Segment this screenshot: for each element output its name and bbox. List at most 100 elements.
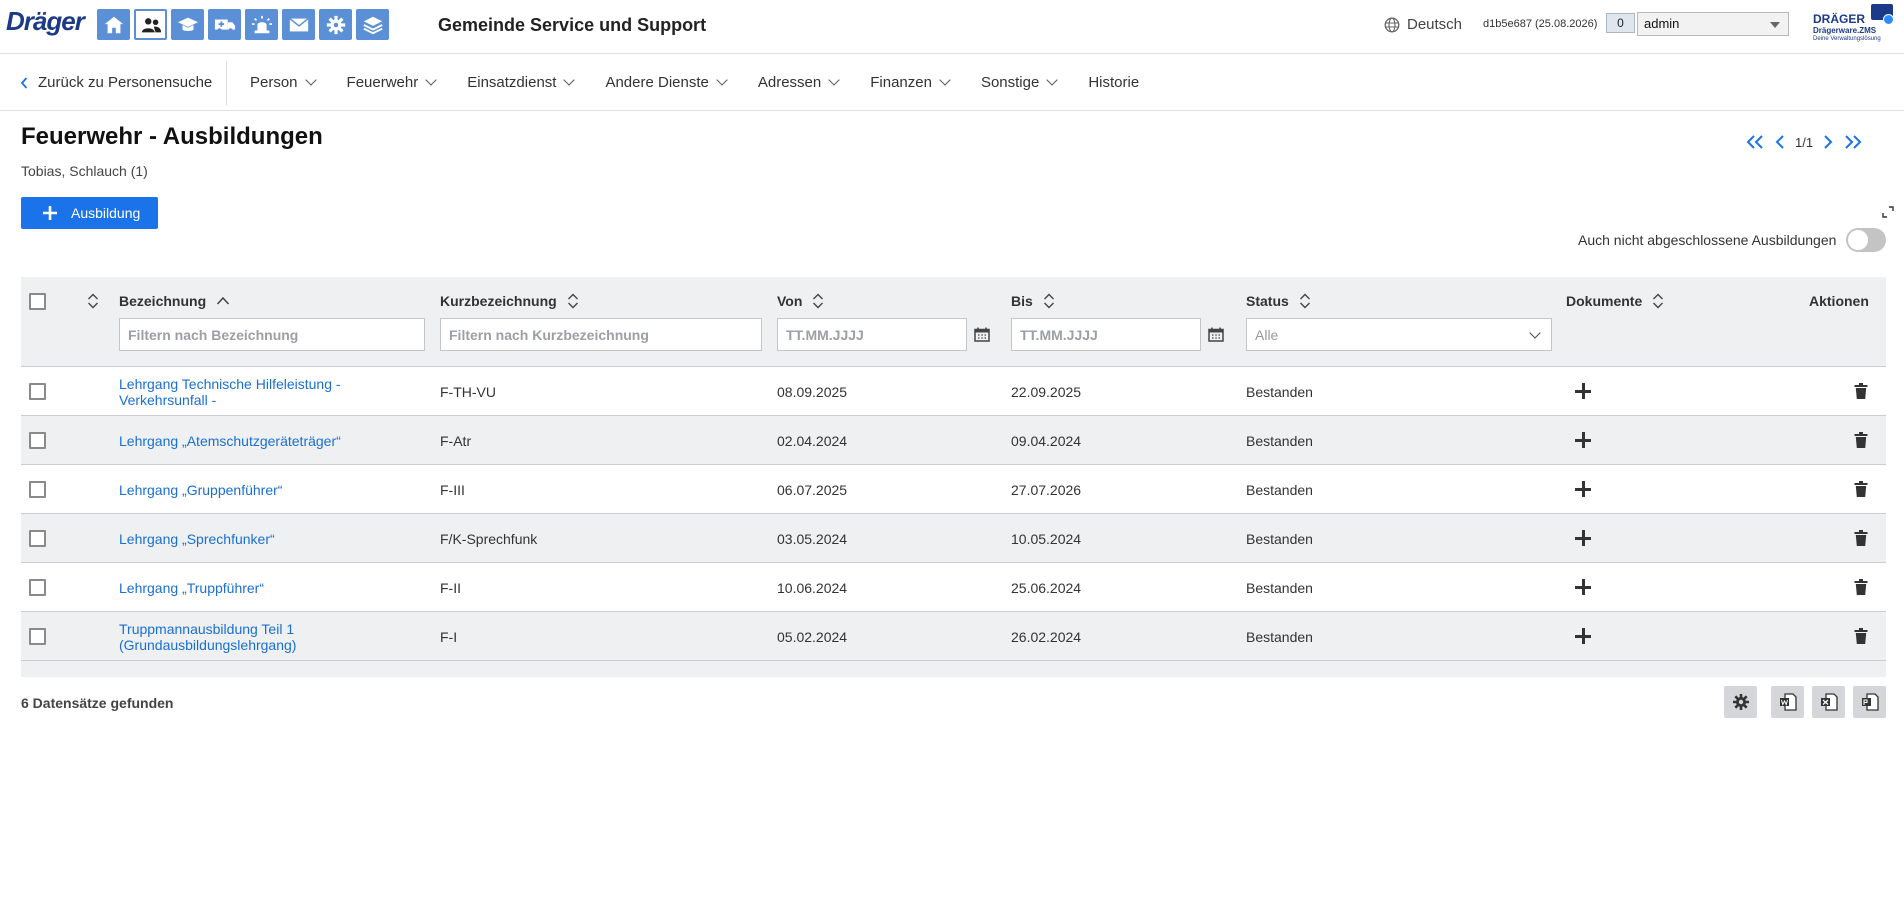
cell-von: 06.07.2025 bbox=[777, 481, 848, 498]
calendar-icon[interactable] bbox=[974, 327, 990, 342]
plus-icon bbox=[43, 206, 57, 220]
trash-icon[interactable] bbox=[1854, 579, 1868, 595]
cell-bezeichnung[interactable]: Lehrgang „Gruppenführer“ bbox=[119, 465, 419, 514]
add-document-icon[interactable] bbox=[1574, 578, 1592, 596]
nav-item-finanzen[interactable]: Finanzen bbox=[870, 74, 951, 91]
row-checkbox[interactable] bbox=[29, 579, 46, 596]
column-kurzbezeichnung[interactable]: Kurzbezeichnung bbox=[440, 293, 579, 309]
column-status[interactable]: Status bbox=[1246, 293, 1311, 309]
column-von[interactable]: Von bbox=[777, 293, 824, 309]
layers-icon[interactable] bbox=[356, 9, 389, 40]
cell-bis: 27.07.2026 bbox=[1011, 481, 1082, 498]
trash-icon[interactable] bbox=[1854, 481, 1868, 497]
cell-status: Bestanden bbox=[1246, 481, 1313, 498]
ambulance-icon[interactable] bbox=[208, 9, 241, 40]
row-checkbox[interactable] bbox=[29, 481, 46, 498]
cell-von: 03.05.2024 bbox=[777, 530, 848, 547]
sort-icon bbox=[567, 293, 578, 309]
row-checkbox[interactable] bbox=[29, 383, 46, 400]
cell-bezeichnung[interactable]: Lehrgang „Atemschutzgeräteträger“ bbox=[119, 416, 419, 465]
expand-icon[interactable] bbox=[1882, 206, 1894, 218]
select-all-checkbox[interactable] bbox=[29, 293, 46, 310]
filter-von-input[interactable]: TT.MM.JJJJ bbox=[777, 318, 967, 351]
bezeichnung-link[interactable]: Lehrgang „Gruppenführer“ bbox=[119, 482, 282, 498]
filter-bis-input[interactable]: TT.MM.JJJJ bbox=[1011, 318, 1201, 351]
table-settings-button[interactable] bbox=[1724, 686, 1757, 718]
trash-icon[interactable] bbox=[1854, 530, 1868, 546]
chevron-left-icon bbox=[20, 76, 28, 89]
graduation-cap-icon[interactable] bbox=[171, 9, 204, 40]
add-document-icon[interactable] bbox=[1574, 627, 1592, 645]
nav-item-einsatzdienst[interactable]: Einsatzdienst bbox=[467, 74, 576, 91]
cell-status: Bestanden bbox=[1246, 383, 1313, 400]
bezeichnung-link[interactable]: Lehrgang „Sprechfunker“ bbox=[119, 531, 275, 547]
nav-item-person[interactable]: Person bbox=[250, 74, 317, 91]
sort-icon bbox=[1653, 293, 1664, 309]
calendar-icon[interactable] bbox=[1208, 327, 1224, 342]
nav-item-andere-dienste[interactable]: Andere Dienste bbox=[605, 74, 728, 91]
add-document-icon[interactable] bbox=[1574, 431, 1592, 449]
filter-status-select[interactable]: Alle bbox=[1246, 318, 1552, 351]
draeger-logo[interactable]: Dräger bbox=[6, 6, 85, 37]
bezeichnung-link[interactable]: Lehrgang Technische Hilfeleistung - Verke… bbox=[119, 376, 341, 408]
previous-page-icon[interactable] bbox=[1775, 134, 1785, 150]
record-pager: 1/1 bbox=[1745, 134, 1863, 150]
row-checkbox[interactable] bbox=[29, 628, 46, 645]
bezeichnung-link[interactable]: Truppmannausbildung Teil 1 (Grundausbildu… bbox=[119, 621, 296, 653]
persons-icon[interactable] bbox=[134, 9, 167, 40]
chevron-down-icon bbox=[425, 74, 437, 86]
cell-bezeichnung[interactable]: Lehrgang „Sprechfunker“ bbox=[119, 514, 419, 563]
cell-bezeichnung[interactable]: Truppmannausbildung Teil 1 (Grundausbildu… bbox=[119, 612, 419, 661]
app-module-bar bbox=[97, 9, 389, 40]
chevron-down-icon bbox=[563, 74, 576, 86]
language-selector[interactable]: Deutsch bbox=[1384, 16, 1462, 33]
nav-item-adressen[interactable]: Adressen bbox=[758, 74, 840, 91]
column-bezeichnung[interactable]: Bezeichnung bbox=[119, 293, 230, 309]
gear-icon[interactable] bbox=[319, 9, 352, 40]
mail-icon[interactable] bbox=[282, 9, 315, 40]
home-icon[interactable] bbox=[97, 9, 130, 40]
chevron-down-icon bbox=[939, 74, 951, 86]
app-title: Gemeinde Service und Support bbox=[438, 15, 707, 35]
add-document-icon[interactable] bbox=[1574, 382, 1592, 400]
add-document-icon[interactable] bbox=[1574, 480, 1592, 498]
cell-bezeichnung[interactable]: Lehrgang „Truppführer“ bbox=[119, 563, 419, 612]
row-checkbox[interactable] bbox=[29, 432, 46, 449]
notification-counter[interactable]: 0 bbox=[1606, 13, 1635, 33]
siren-icon[interactable] bbox=[245, 9, 278, 40]
back-to-person-search[interactable]: Zurück zu Personensuche bbox=[20, 74, 212, 91]
filter-bezeichnung-input[interactable]: Filtern nach Bezeichnung bbox=[119, 318, 425, 351]
section-nav: Zurück zu Personensuche Person Feuerwehr… bbox=[0, 55, 1904, 111]
cell-kurzbezeichnung: F-I bbox=[440, 628, 458, 645]
trash-icon[interactable] bbox=[1854, 628, 1868, 644]
cell-von: 10.06.2024 bbox=[777, 579, 848, 596]
nav-item-historie[interactable]: Historie bbox=[1088, 74, 1139, 91]
bezeichnung-link[interactable]: Lehrgang „Truppführer“ bbox=[119, 580, 264, 596]
first-page-icon[interactable] bbox=[1745, 134, 1765, 150]
user-select[interactable]: admin bbox=[1637, 12, 1789, 36]
filter-kurzbezeichnung-input[interactable]: Filtern nach Kurzbezeichnung bbox=[440, 318, 762, 351]
export-pdf-button[interactable] bbox=[1853, 686, 1886, 718]
trash-icon[interactable] bbox=[1854, 432, 1868, 448]
export-word-button[interactable] bbox=[1771, 686, 1804, 718]
nav-item-feuerwehr[interactable]: Feuerwehr bbox=[347, 74, 437, 91]
cell-kurzbezeichnung: F/K-Sprechfunk bbox=[440, 530, 538, 547]
trash-icon[interactable] bbox=[1854, 383, 1868, 399]
row-checkbox[interactable] bbox=[29, 530, 46, 547]
next-page-icon[interactable] bbox=[1823, 134, 1833, 150]
incomplete-toggle[interactable] bbox=[1846, 228, 1887, 252]
add-document-icon[interactable] bbox=[1574, 529, 1592, 547]
caret-down-icon bbox=[1770, 22, 1780, 28]
column-dokumente[interactable]: Dokumente bbox=[1566, 293, 1664, 309]
export-excel-button[interactable] bbox=[1812, 686, 1845, 718]
nav-divider bbox=[226, 61, 227, 105]
cell-von: 02.04.2024 bbox=[777, 432, 848, 449]
bezeichnung-link[interactable]: Lehrgang „Atemschutzgeräteträger“ bbox=[119, 433, 341, 449]
cell-bezeichnung[interactable]: Lehrgang Technische Hilfeleistung - Verke… bbox=[119, 367, 419, 416]
add-ausbildung-button[interactable]: Ausbildung bbox=[21, 197, 158, 229]
chevron-down-icon bbox=[1046, 74, 1058, 86]
sort-icon[interactable] bbox=[87, 293, 99, 309]
last-page-icon[interactable] bbox=[1843, 134, 1863, 150]
column-bis[interactable]: Bis bbox=[1011, 293, 1055, 309]
nav-item-sonstige[interactable]: Sonstige bbox=[981, 74, 1058, 91]
